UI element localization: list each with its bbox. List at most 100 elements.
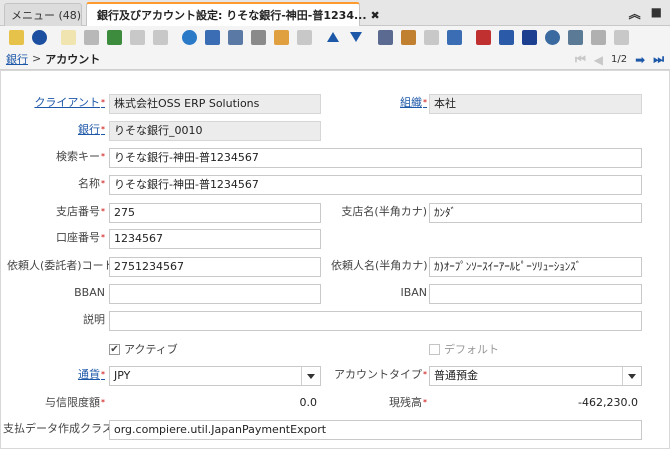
find-icon-glyph xyxy=(204,29,220,45)
bban-input[interactable] xyxy=(109,284,321,304)
last-record-icon[interactable]: ⏭ xyxy=(653,52,664,67)
previous-record-nav-icon[interactable]: ◀ xyxy=(594,53,603,67)
window-tab-bank-account[interactable]: 銀行及びアカウント設定: りそな銀行-神田-普1234... ✖ xyxy=(86,2,380,26)
org-label[interactable]: 組織* xyxy=(331,94,427,112)
description-input[interactable] xyxy=(109,311,642,331)
currency-dropdown-icon[interactable] xyxy=(307,374,315,379)
payment-export-class-input[interactable]: org.compiere.util.JapanPaymentExport xyxy=(109,420,642,440)
delete-record-icon-glyph xyxy=(106,29,122,45)
default-checkbox[interactable]: デフォルト xyxy=(429,341,499,357)
account-type-value: 普通預金 xyxy=(434,369,478,382)
attachment-icon-glyph xyxy=(227,29,243,45)
close-tab-icon[interactable]: ✖ xyxy=(367,9,380,22)
default-label: デフォルト xyxy=(444,343,499,356)
report-icon-glyph xyxy=(377,29,393,45)
zoom-across-icon[interactable] xyxy=(444,27,464,47)
print-icon-glyph xyxy=(423,29,439,45)
org-field: 本社 xyxy=(429,94,642,114)
branch-no-label: 支店番号* xyxy=(56,205,105,218)
account-type-dropdown-icon[interactable] xyxy=(628,374,636,379)
account-type-label: アカウントタイプ* xyxy=(334,368,427,381)
maximize-icon[interactable]: ■ xyxy=(651,5,662,22)
requester-code-input[interactable]: 2751234567 xyxy=(109,257,321,277)
refresh-icon-glyph xyxy=(181,29,197,45)
currency-select[interactable]: JPY xyxy=(109,366,321,386)
search-key-label: 検索キー* xyxy=(56,150,105,163)
help-icon-glyph xyxy=(31,29,47,45)
archive-icon[interactable] xyxy=(398,27,418,47)
current-balance-field: -462,230.0 xyxy=(429,394,642,414)
branch-no-input[interactable]: 275 xyxy=(109,203,321,223)
collapse-icon[interactable]: ︽ xyxy=(629,5,641,22)
bban-label: BBAN xyxy=(74,286,105,299)
bank-label[interactable]: 銀行* xyxy=(7,121,105,139)
help-icon[interactable] xyxy=(29,27,49,47)
next-record-nav-icon[interactable]: ➡ xyxy=(635,53,645,67)
name-label: 名称* xyxy=(78,177,105,190)
attachment-icon[interactable] xyxy=(225,27,245,47)
iban-label: IBAN xyxy=(400,286,427,299)
workflow-icon-glyph xyxy=(475,29,491,45)
search-key-input[interactable]: りそな銀行-神田-普1234567 xyxy=(109,148,642,168)
report-icon[interactable] xyxy=(375,27,395,47)
requester-name-kana-input[interactable]: ｶ)ｵｰﾌﾟﾝｿｰｽｲｰｱｰﾙﾋﾟｰｿﾘｭｰｼｮﾝｽﾞ xyxy=(429,257,642,277)
new-record-icon-glyph xyxy=(60,29,76,45)
process-icon-glyph xyxy=(521,29,537,45)
requester-name-kana-label: 依頼人名(半角カナ) xyxy=(331,259,428,272)
active-check-icon: ✔ xyxy=(109,343,120,355)
refresh-icon[interactable] xyxy=(179,27,199,47)
multi-window-icon[interactable] xyxy=(294,27,314,47)
iban-input[interactable] xyxy=(429,284,642,304)
new-record-icon[interactable] xyxy=(58,27,78,47)
settings-icon-glyph xyxy=(544,29,560,45)
branch-name-kana-input[interactable]: ｶﾝﾀﾞ xyxy=(429,203,642,223)
export-icon[interactable] xyxy=(565,27,585,47)
branch-name-kana-label: 支店名(半角カナ) xyxy=(341,205,427,218)
currency-label[interactable]: 通貨* xyxy=(7,366,105,384)
process-icon[interactable] xyxy=(519,27,539,47)
name-input[interactable]: りそな銀行-神田-普1234567 xyxy=(109,175,642,195)
zoom-across-icon-glyph xyxy=(446,29,462,45)
print-icon[interactable] xyxy=(421,27,441,47)
ignore-icon[interactable] xyxy=(6,27,26,47)
bank-account-form: クライアント* 株式会社OSS ERP Solutions 組織* 本社 銀行*… xyxy=(0,70,670,449)
description-label: 説明 xyxy=(83,313,105,326)
import-icon[interactable] xyxy=(588,27,608,47)
previous-record-icon[interactable] xyxy=(323,27,343,47)
import-icon-glyph xyxy=(590,29,606,45)
account-type-select[interactable]: 普通預金 xyxy=(429,366,642,386)
active-checkbox[interactable]: ✔ アクティブ xyxy=(109,341,178,357)
first-record-icon[interactable]: ⏮ xyxy=(575,52,586,67)
settings-icon[interactable] xyxy=(542,27,562,47)
grid-toggle-icon[interactable] xyxy=(271,27,291,47)
client-field: 株式会社OSS ERP Solutions xyxy=(109,94,321,114)
next-record-icon[interactable] xyxy=(346,27,366,47)
workflow-icon[interactable] xyxy=(473,27,493,47)
save-new-icon[interactable] xyxy=(150,27,170,47)
chat-icon-glyph xyxy=(250,29,266,45)
ignore-icon-glyph xyxy=(8,29,24,45)
record-position: 1/2 xyxy=(611,54,628,65)
product-info-icon[interactable] xyxy=(496,27,516,47)
active-label: アクティブ xyxy=(124,343,178,356)
window-tab-label: 銀行及びアカウント設定: りそな銀行-神田-普1234... xyxy=(97,9,367,22)
chat-icon[interactable] xyxy=(248,27,268,47)
copy-record-icon[interactable] xyxy=(81,27,101,47)
grid-toggle-icon-glyph xyxy=(273,29,289,45)
breadcrumb: 銀行 > アカウント ⏮ ◀ 1/2 ➡ ⏭ xyxy=(0,48,670,70)
customize-icon-glyph xyxy=(613,29,629,45)
client-label[interactable]: クライアント* xyxy=(7,94,105,112)
find-icon[interactable] xyxy=(202,27,222,47)
save-icon-glyph xyxy=(129,29,145,45)
window-tab-bar: メニュー (48) 銀行及びアカウント設定: りそな銀行-神田-普1234...… xyxy=(0,0,670,26)
menu-tab[interactable]: メニュー (48) xyxy=(4,3,82,26)
delete-record-icon[interactable] xyxy=(104,27,124,47)
breadcrumb-link-bank[interactable]: 銀行 xyxy=(6,51,28,67)
save-icon[interactable] xyxy=(127,27,147,47)
currency-value: JPY xyxy=(114,369,131,382)
multi-window-icon-glyph xyxy=(296,29,312,45)
customize-icon[interactable] xyxy=(611,27,631,47)
account-no-input[interactable]: 1234567 xyxy=(109,229,321,249)
menu-tab-label: メニュー (48) xyxy=(11,9,82,22)
default-check-box xyxy=(429,343,440,355)
